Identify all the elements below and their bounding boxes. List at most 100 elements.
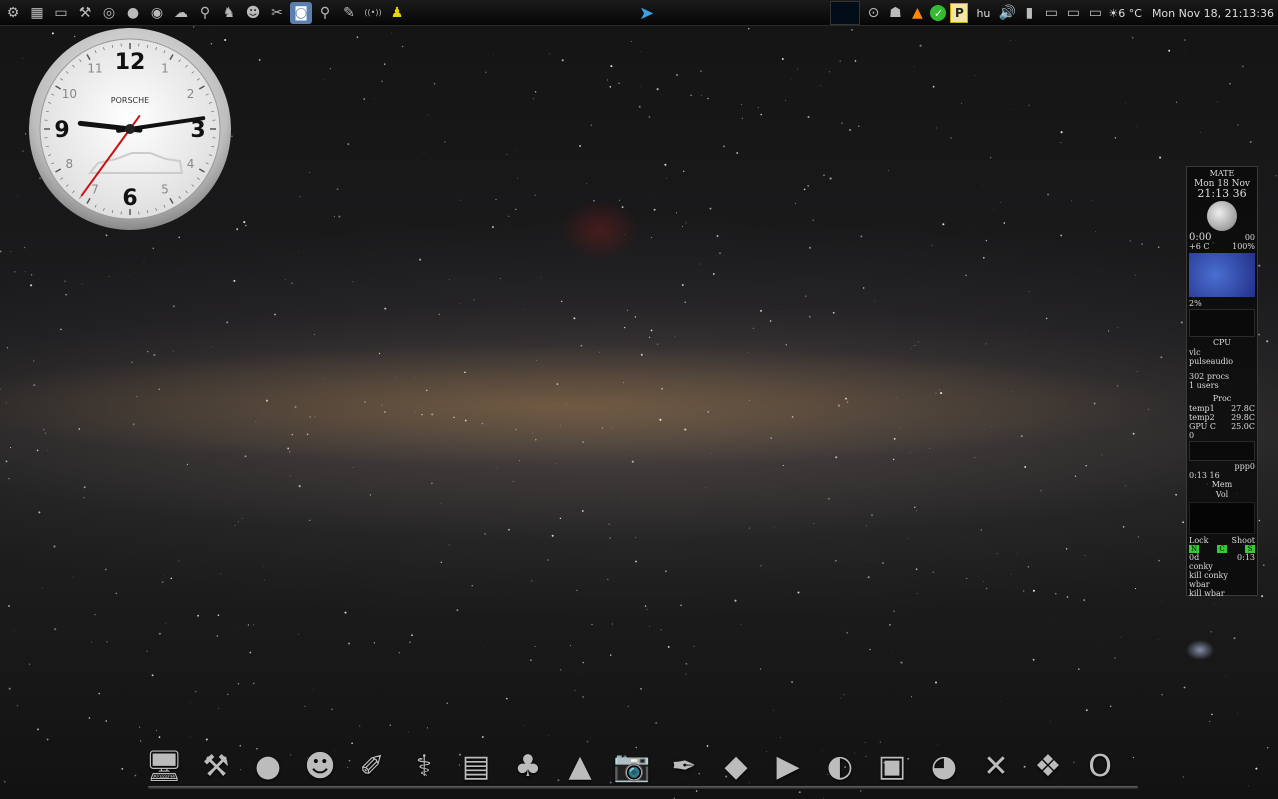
aim-icon[interactable]: ♟ xyxy=(386,2,408,24)
gpu-temp-value: 25.0C xyxy=(1231,422,1255,431)
cmd-kill-conky[interactable]: kill conky xyxy=(1189,571,1228,580)
conky-humidity: 100% xyxy=(1232,242,1255,251)
net-interface: ppp0 xyxy=(1234,462,1255,471)
spiral-icon[interactable]: ◎ xyxy=(98,2,120,24)
days-time: 0:13 xyxy=(1237,553,1255,562)
system-tray: ⊙ ☗ ▲ ✓ P hu 🔊 ▮ ▭ ▭ ▭ ☀6 °C Mon Nov 18,… xyxy=(830,0,1278,26)
cpu-graph xyxy=(1189,309,1255,337)
workspace-3-icon[interactable]: ▭ xyxy=(1086,2,1104,24)
cmd-wbar[interactable]: wbar xyxy=(1189,580,1210,589)
wireless-icon[interactable]: ((•)) xyxy=(362,2,384,24)
webcam-icon[interactable]: ◙ xyxy=(290,1,312,24)
tools-icon[interactable]: ⚒ xyxy=(74,2,96,24)
volume-icon[interactable]: 🔊 xyxy=(998,2,1016,24)
mem-label: Mem xyxy=(1211,480,1233,489)
users-icon[interactable]: ☗ xyxy=(886,2,904,24)
moon-phase-icon xyxy=(1207,201,1237,231)
screwdriver-icon[interactable]: ✕ xyxy=(972,742,1020,790)
conky-uptime: 0:00 xyxy=(1189,232,1212,243)
bug-icon[interactable]: ♞ xyxy=(218,2,240,24)
battery-icon[interactable]: ▮ xyxy=(1020,2,1038,24)
mask-icon[interactable]: ◐ xyxy=(816,742,864,790)
menu-gear-icon[interactable]: ⚙ xyxy=(2,2,24,24)
net-time: 0:13 16 xyxy=(1189,471,1220,480)
filing-cabinet-icon[interactable]: ▤ xyxy=(452,742,500,790)
hammer-icon[interactable]: ⚒ xyxy=(192,742,240,790)
cpu-percent: 2% xyxy=(1189,299,1202,308)
black-orb-icon[interactable]: ● xyxy=(244,742,292,790)
workspace-1-icon[interactable]: ▭ xyxy=(1042,2,1060,24)
conky-title: MATE xyxy=(1209,169,1235,178)
conky-uptime-sec: 00 xyxy=(1244,233,1255,242)
net-graph xyxy=(1189,441,1255,461)
play-icon[interactable]: ▶ xyxy=(764,742,812,790)
scrolllock-led: S xyxy=(1245,545,1255,553)
weather-indicator[interactable]: ☀6 °C xyxy=(1108,7,1142,20)
mouse-cursor-icon: ➤ xyxy=(639,3,655,24)
clock-numeral: 5 xyxy=(161,183,169,197)
vlc-tray-icon[interactable]: ▲ xyxy=(908,2,926,24)
scissors-icon[interactable]: ✂ xyxy=(266,2,288,24)
terminal-icon[interactable]: ▭ xyxy=(50,2,72,24)
fountain-pen-icon[interactable]: ✒ xyxy=(660,742,708,790)
network-icon[interactable]: ☁ xyxy=(170,2,192,24)
proc-label: Proc xyxy=(1212,394,1232,403)
clock-numeral: 11 xyxy=(87,61,102,75)
cpu-label: CPU xyxy=(1212,338,1232,347)
weather-map xyxy=(1189,253,1255,297)
monitor-icon[interactable]: 🖥 xyxy=(140,742,188,790)
opera-icon[interactable]: O xyxy=(1076,742,1124,790)
radio-icon[interactable]: ▣ xyxy=(868,742,916,790)
clock-numeral: 12 xyxy=(115,50,146,75)
clock-numeral: 6 xyxy=(122,186,137,211)
tray-icon[interactable]: ◆ xyxy=(712,742,760,790)
vlc-cone-icon[interactable]: ▲ xyxy=(556,742,604,790)
files-icon[interactable]: ▦ xyxy=(26,2,48,24)
p-badge[interactable]: P xyxy=(950,3,969,23)
clock-numeral: 1 xyxy=(161,61,169,75)
color-wheel-icon[interactable]: ◉ xyxy=(146,2,168,24)
mouse-icon[interactable]: ⊙ xyxy=(864,2,882,24)
pen-icon[interactable]: ✎ xyxy=(338,2,360,24)
orb-icon[interactable]: ● xyxy=(122,2,144,24)
clock-numeral: 7 xyxy=(91,183,99,197)
camera-icon[interactable]: 📷 xyxy=(608,742,656,790)
clock-numeral: 9 xyxy=(54,118,69,143)
clock-numeral: 4 xyxy=(187,157,195,171)
clock-hub xyxy=(125,124,135,134)
temp1-value: 27.8C xyxy=(1231,404,1255,413)
top-panel: ⚙ ▦ ▭ ⚒ ◎ ● ◉ ☁ ⚲ ♞ ☻ ✂ ◙ ⚲ ✎ ((•)) ♟ ➤ ⊙ ☗ ▲ ✓ P hu 🔊 ▮… xyxy=(0,0,1278,26)
satellite-icon[interactable]: ⚲ xyxy=(194,2,216,24)
club-icon[interactable]: ♣ xyxy=(504,742,552,790)
gpu-temp-label: GPU C xyxy=(1189,422,1217,431)
speaker-icon[interactable]: ◕ xyxy=(920,742,968,790)
top-proc-1: vlc xyxy=(1189,348,1201,357)
proc-count: 302 procs xyxy=(1189,372,1230,381)
wbar-dock: 🖥 ⚒ ● ☻ ✐ ⚕ ▤ ♣ ▲ 📷 ✒ ◆ ▶ ◐ ▣ ◕ ✕ ❖ O xyxy=(140,740,1124,790)
stars-thumbnail xyxy=(1189,502,1255,534)
system-monitor-graph[interactable] xyxy=(830,1,861,25)
clock-applet[interactable]: Mon Nov 18, 21:13:36 xyxy=(1152,7,1274,20)
temp2-label: temp2 xyxy=(1189,413,1215,422)
ruler-pencil-icon[interactable]: ✐ xyxy=(348,742,396,790)
keyboard-layout[interactable]: hu xyxy=(976,7,990,20)
vol-label: Vol xyxy=(1215,490,1229,499)
package-icon[interactable]: ❖ xyxy=(1024,742,1072,790)
conky-temp: +6 C xyxy=(1189,242,1210,251)
top-proc-2: pulseaudio xyxy=(1189,357,1234,366)
user-count: 1 users xyxy=(1189,381,1219,390)
capslock-led: C xyxy=(1217,545,1227,553)
clock-numeral: 8 xyxy=(66,157,74,171)
scanner-icon[interactable]: ⚲ xyxy=(314,2,336,24)
stethoscope-icon[interactable]: ⚕ xyxy=(400,742,448,790)
cmd-kill-wbar[interactable]: kill wbar xyxy=(1189,589,1225,598)
workspace-2-icon[interactable]: ▭ xyxy=(1064,2,1082,24)
clock-numeral: 10 xyxy=(62,87,77,101)
numlock-led: N xyxy=(1189,544,1199,553)
cmd-conky[interactable]: conky xyxy=(1189,562,1213,571)
gimp-icon[interactable]: ☻ xyxy=(242,2,264,24)
temp1-label: temp1 xyxy=(1189,404,1215,413)
days-value: 0d xyxy=(1189,553,1200,562)
gimp-wilber-icon[interactable]: ☻ xyxy=(296,742,344,790)
update-ok-icon[interactable]: ✓ xyxy=(930,5,947,21)
